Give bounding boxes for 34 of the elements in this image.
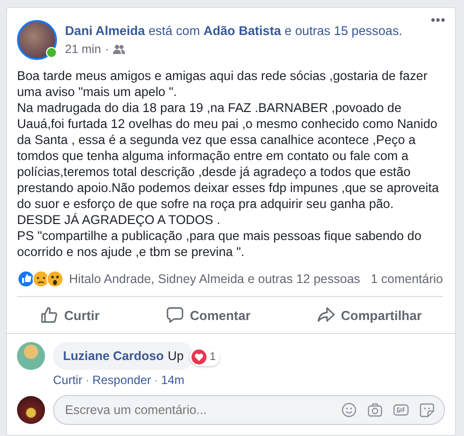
speech-bubble-icon (166, 306, 184, 324)
comment-button[interactable]: Comentar (156, 302, 261, 328)
post-text: DESDE JÁ AGRADEÇO A TODOS . (17, 212, 222, 228)
more-options-icon[interactable] (431, 18, 445, 22)
like-button[interactable]: Curtir (30, 302, 110, 328)
comment-author[interactable]: Luziane Cardoso (63, 349, 164, 363)
post-text: Na madrugada do dia 18 para 19 ,na FAZ .BARNABER ,povoado de Uauá,foi furtada 12 ovelhas do meu pai ,o mesmo conhecido como Nanido da Santa , essa é a segunda vez que essa canalhice acontece ,Peço a tomdos que tenha alguma informação entre em contato ou fale com a polícias,teremos total descrição ,desde já agradeço a todos que estão prestando apoio.Não podemos deixar esses fdp impunes ,que se aproveita do suor e esforço de que sofre na roça pra adquirir seu ganha pão. (17, 100, 440, 212)
reaction-icons[interactable] (17, 270, 65, 288)
separator-dot: · (154, 373, 158, 387)
comment-action-link[interactable]: Curtir (53, 373, 82, 387)
post-text: PS "compartilhe a publicação ,para que mais pessoas fique sabendo do ocorrido e nos ajude ,e tbm se previna ". (17, 228, 422, 260)
avatar[interactable] (17, 20, 57, 60)
sticker-icon[interactable] (419, 402, 435, 418)
post-time[interactable]: 21 min (65, 42, 102, 56)
post-header-text: Dani Almeida está com Adão Batista e outras 15 pessoas. (65, 23, 402, 38)
reaction-count: 1 (210, 351, 216, 363)
friends-icon (113, 44, 126, 54)
thumbs-up-icon (40, 306, 58, 324)
user-avatar (17, 396, 45, 424)
commenter-avatar[interactable] (17, 342, 45, 370)
separator-dot: · (85, 373, 90, 387)
comment-text: Up (168, 349, 184, 363)
comment-action-link[interactable]: Responder (92, 373, 152, 387)
separator-dot: · (105, 42, 110, 56)
emoji-icon[interactable] (341, 402, 357, 418)
reactions-names[interactable]: Hitalo Andrade, Sidney Almeida e outras 12 pessoas (69, 272, 367, 286)
share-arrow-icon (316, 306, 335, 324)
comment-time[interactable]: 14m (161, 373, 184, 387)
comments-count[interactable]: 1 comentário (370, 272, 443, 286)
comment-field[interactable]: Escreva um comentário... (53, 395, 445, 425)
post-text: Boa tarde meus amigos e amigas aqui das rede sócias ,gostaria de fazer uma aviso "mais um apelo ". (17, 68, 428, 100)
camera-icon[interactable] (367, 402, 383, 418)
gif-icon[interactable] (393, 403, 409, 417)
share-button[interactable]: Compartilhar (306, 302, 432, 328)
